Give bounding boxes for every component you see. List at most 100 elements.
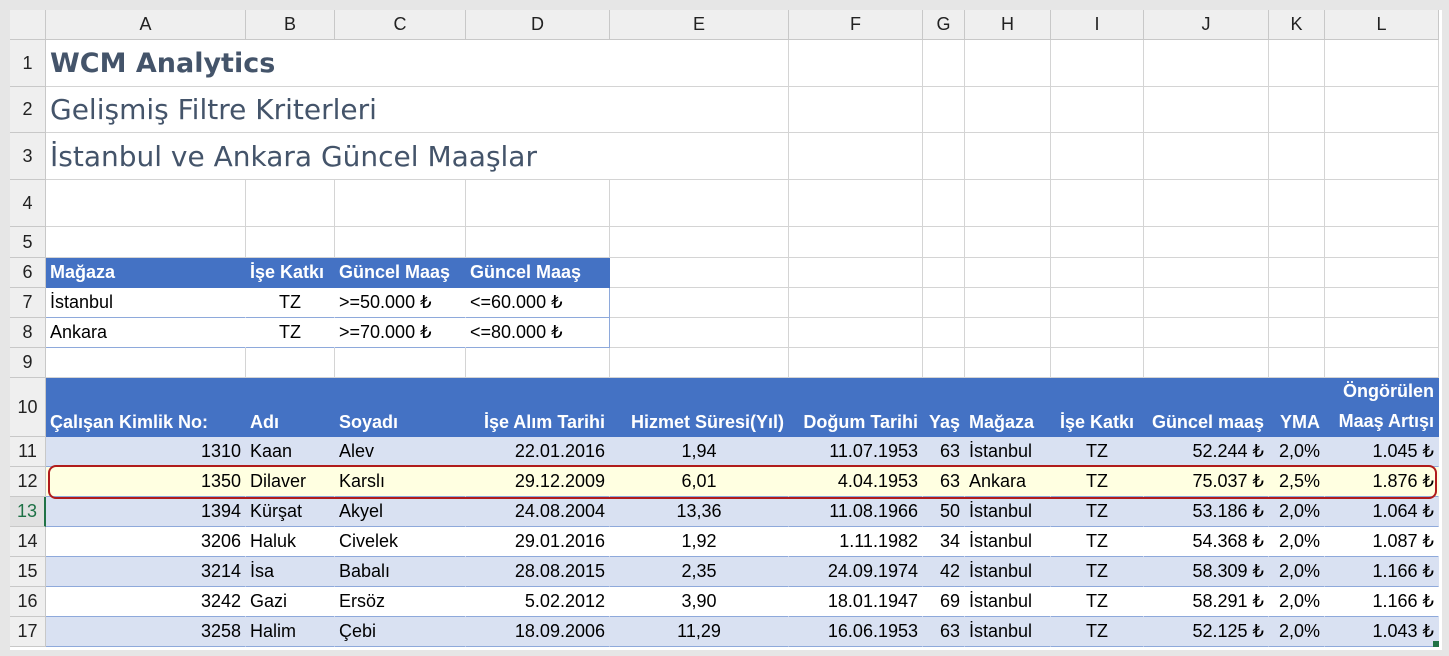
empty-cell[interactable]: [789, 258, 923, 288]
fill-handle[interactable]: [1433, 641, 1439, 647]
table-header-cell[interactable]: Adı: [246, 378, 335, 437]
column-header-g[interactable]: G: [923, 10, 965, 40]
empty-cell[interactable]: [789, 227, 923, 258]
row-header-17[interactable]: 17: [10, 617, 46, 647]
empty-cell[interactable]: [46, 348, 246, 378]
table-row-cell[interactable]: 1.166 ₺: [1325, 557, 1439, 587]
table-header-cell[interactable]: Hizmet Süresi(Yıl): [610, 378, 789, 437]
column-header-c[interactable]: C: [335, 10, 466, 40]
empty-cell[interactable]: [1144, 258, 1269, 288]
empty-cell[interactable]: [923, 180, 965, 227]
empty-cell[interactable]: [610, 87, 789, 133]
empty-cell[interactable]: [466, 180, 610, 227]
empty-cell[interactable]: [1325, 87, 1439, 133]
table-row-cell[interactable]: 1,94: [610, 437, 789, 467]
empty-cell[interactable]: [1051, 258, 1144, 288]
row-header-5[interactable]: 5: [10, 227, 46, 258]
table-row-cell[interactable]: TZ: [1051, 617, 1144, 647]
table-row-cell[interactable]: TZ: [1051, 437, 1144, 467]
empty-cell[interactable]: [335, 133, 466, 180]
table-row-cell[interactable]: TZ: [1051, 587, 1144, 617]
empty-cell[interactable]: [1144, 288, 1269, 318]
empty-cell[interactable]: [789, 288, 923, 318]
criteria-cell[interactable]: <=60.000 ₺: [466, 288, 610, 318]
table-row-cell[interactable]: 1350: [46, 467, 246, 497]
row-header-11[interactable]: 11: [10, 437, 46, 467]
table-row-cell[interactable]: 63: [923, 617, 965, 647]
empty-cell[interactable]: [610, 180, 789, 227]
table-row-cell[interactable]: Gazi: [246, 587, 335, 617]
empty-cell[interactable]: [246, 133, 335, 180]
table-row-cell[interactable]: 1310: [46, 437, 246, 467]
column-header-d[interactable]: D: [466, 10, 610, 40]
empty-cell[interactable]: [789, 318, 923, 348]
table-row-cell[interactable]: Çebi: [335, 617, 466, 647]
table-row-cell[interactable]: 1.043 ₺: [1325, 617, 1439, 647]
empty-cell[interactable]: [610, 227, 789, 258]
table-row-cell[interactable]: 2,5%: [1269, 467, 1325, 497]
empty-cell[interactable]: [610, 133, 789, 180]
row-header-3[interactable]: 3: [10, 133, 46, 180]
table-row-cell[interactable]: 58.291 ₺: [1144, 587, 1269, 617]
table-header-cell[interactable]: YMA: [1269, 378, 1325, 437]
empty-cell[interactable]: [46, 227, 246, 258]
empty-cell[interactable]: [466, 348, 610, 378]
table-row-cell[interactable]: TZ: [1051, 497, 1144, 527]
row-header-10[interactable]: 10: [10, 378, 46, 437]
table-row-cell[interactable]: 1394: [46, 497, 246, 527]
empty-cell[interactable]: [965, 227, 1051, 258]
criteria-header-cell[interactable]: Güncel Maaş: [335, 258, 466, 288]
criteria-header-cell[interactable]: Güncel Maaş: [466, 258, 610, 288]
empty-cell[interactable]: [923, 258, 965, 288]
empty-cell[interactable]: [246, 227, 335, 258]
table-row-cell[interactable]: 54.368 ₺: [1144, 527, 1269, 557]
table-row-cell[interactable]: İstanbul: [965, 497, 1051, 527]
empty-cell[interactable]: [789, 180, 923, 227]
empty-cell[interactable]: [1144, 133, 1269, 180]
empty-cell[interactable]: [1269, 227, 1325, 258]
empty-cell[interactable]: [1144, 40, 1269, 87]
empty-cell[interactable]: [246, 180, 335, 227]
table-row-cell[interactable]: 2,0%: [1269, 617, 1325, 647]
criteria-cell[interactable]: <=80.000 ₺: [466, 318, 610, 348]
table-row-cell[interactable]: 24.09.1974: [789, 557, 923, 587]
empty-cell[interactable]: [1325, 348, 1439, 378]
empty-cell[interactable]: [610, 318, 789, 348]
empty-cell[interactable]: [1269, 288, 1325, 318]
column-header-f[interactable]: F: [789, 10, 923, 40]
empty-cell[interactable]: [1144, 348, 1269, 378]
empty-cell[interactable]: [923, 87, 965, 133]
empty-cell[interactable]: [1051, 227, 1144, 258]
table-row-cell[interactable]: 18.01.1947: [789, 587, 923, 617]
table-row-cell[interactable]: 29.01.2016: [466, 527, 610, 557]
empty-cell[interactable]: [1144, 87, 1269, 133]
table-row-cell[interactable]: Halim: [246, 617, 335, 647]
empty-cell[interactable]: [1051, 133, 1144, 180]
empty-cell[interactable]: [965, 258, 1051, 288]
table-row-cell[interactable]: 1.064 ₺: [1325, 497, 1439, 527]
table-row-cell[interactable]: Ankara: [965, 467, 1051, 497]
empty-cell[interactable]: [466, 40, 610, 87]
table-header-cell[interactable]: İşe Katkı: [1051, 378, 1144, 437]
table-header-cell[interactable]: Öngörülen Maaş Artışı: [1325, 378, 1439, 437]
empty-cell[interactable]: [335, 87, 466, 133]
table-row-cell[interactable]: 69: [923, 587, 965, 617]
empty-cell[interactable]: [246, 348, 335, 378]
table-row-cell[interactable]: 29.12.2009: [466, 467, 610, 497]
empty-cell[interactable]: [789, 87, 923, 133]
empty-cell[interactable]: [965, 318, 1051, 348]
table-row-cell[interactable]: Kürşat: [246, 497, 335, 527]
table-row-cell[interactable]: Akyel: [335, 497, 466, 527]
empty-cell[interactable]: [610, 288, 789, 318]
table-row-cell[interactable]: TZ: [1051, 557, 1144, 587]
sheet-title[interactable]: WCM Analytics: [46, 40, 275, 87]
table-header-cell[interactable]: Mağaza: [965, 378, 1051, 437]
empty-cell[interactable]: [923, 40, 965, 87]
empty-cell[interactable]: [246, 40, 335, 87]
table-row-cell[interactable]: 3,90: [610, 587, 789, 617]
empty-cell[interactable]: [466, 227, 610, 258]
empty-cell[interactable]: [1269, 133, 1325, 180]
table-row-cell[interactable]: TZ: [1051, 467, 1144, 497]
table-row-cell[interactable]: 3258: [46, 617, 246, 647]
column-header-j[interactable]: J: [1144, 10, 1269, 40]
